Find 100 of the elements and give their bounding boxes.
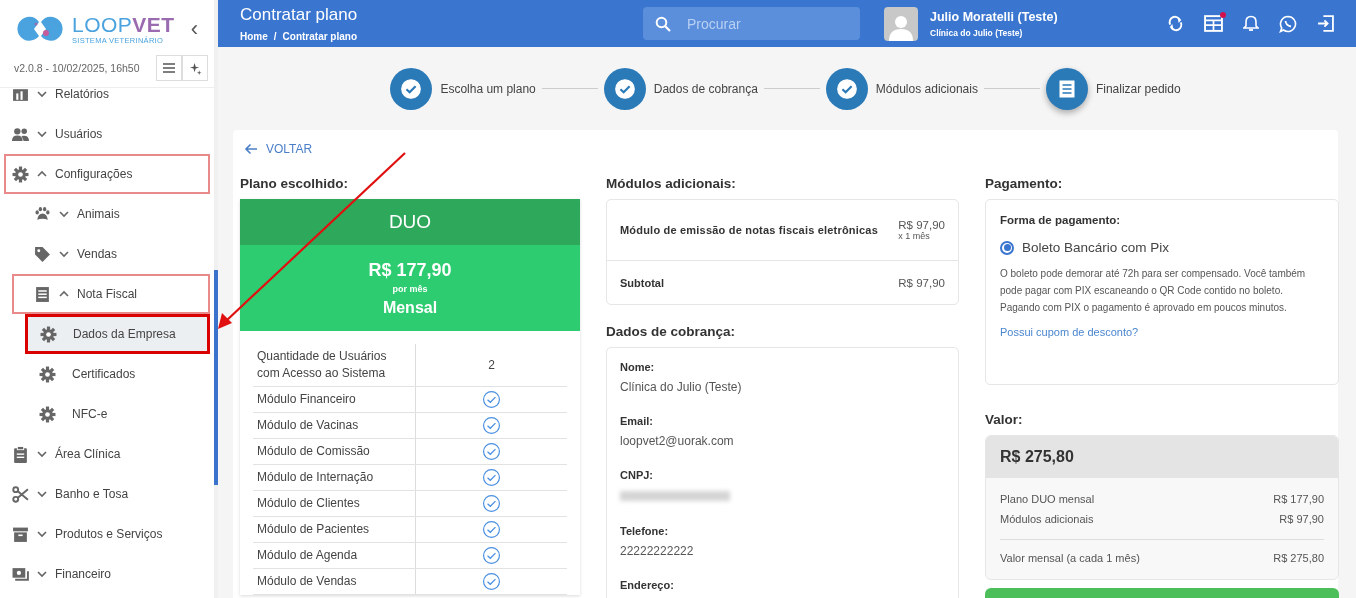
line-value: R$ 177,90	[1273, 492, 1324, 507]
search-box[interactable]: Procurar	[643, 7, 860, 40]
feature-label: Módulo de Agenda	[253, 543, 416, 568]
section-heading: Pagamento:	[985, 176, 1064, 191]
sidebar-item[interactable]: Configurações	[4, 154, 210, 194]
back-arrow-icon	[244, 143, 258, 155]
brand-name: LOOPVET	[72, 13, 175, 36]
section-heading: Plano escolhido:	[240, 176, 349, 191]
field-label: Endereço:	[620, 579, 675, 591]
avatar-silhouette[interactable]	[884, 6, 918, 41]
gear-icon	[12, 165, 29, 183]
section-heading: Módulos adicionais:	[606, 176, 737, 191]
sidebar-item[interactable]: Área Clínica	[4, 434, 210, 474]
payment-description: O boleto pode demorar até 72h para ser compensado. Você também pode pagar com PIX escaneando o QR Code contido no boleto. Pagando com PIX o pagamento é aprovado em poucos minutos.	[1000, 267, 1307, 315]
payment-method-label: Forma de pagamento:	[1000, 214, 1122, 226]
step-label: Módulos adicionais	[875, 81, 978, 96]
sidebar-item[interactable]: Nota Fiscal	[12, 274, 210, 314]
subtotal-value: R$ 97,90	[898, 276, 945, 289]
sidebar-item[interactable]: Financeiro	[4, 554, 210, 594]
sidebar-item[interactable]: Certificados	[25, 354, 210, 394]
sidebar-item[interactable]: Banho e Tosa	[4, 474, 210, 514]
notifications-button[interactable]	[1243, 15, 1259, 32]
payment-option[interactable]: Boleto Bancário com Pix	[1000, 240, 1170, 255]
bell-icon	[1243, 15, 1259, 32]
chevron-icon	[37, 529, 47, 539]
step-label: Dados de cobrança	[653, 81, 758, 96]
module-name: Módulo de emissão de notas fiscais eletrônicas	[620, 224, 878, 236]
refresh-icon	[1167, 15, 1184, 32]
sparkle-icon	[188, 61, 202, 75]
calendar-icon	[1204, 15, 1223, 32]
section-heading: Valor:	[985, 412, 1024, 427]
menu-icon	[163, 63, 175, 73]
plan-name: DUO	[240, 199, 580, 245]
plan-period: Mensal	[382, 299, 438, 317]
scissors-icon	[12, 485, 29, 503]
logout-icon	[1317, 15, 1334, 32]
sidebar-item[interactable]: Animais	[12, 194, 210, 234]
sidebar-item[interactable]: NFC-e	[25, 394, 210, 434]
back-link[interactable]: VOLTAR	[240, 142, 317, 156]
paw-icon	[34, 205, 51, 223]
menu-button[interactable]	[156, 55, 182, 81]
gear-icon	[39, 365, 56, 383]
chevron-icon	[59, 289, 69, 299]
logo-icon	[14, 16, 66, 42]
field-label: CNPJ:	[620, 469, 654, 481]
search-field[interactable]: Procurar	[685, 14, 839, 33]
archive-icon	[12, 525, 29, 543]
people-icon	[12, 125, 29, 143]
coupon-link[interactable]: Possui cupom de desconto?	[1000, 326, 1139, 338]
page-title: Contratar plano	[240, 5, 359, 25]
step-label: Escolha um plano	[440, 81, 536, 96]
collapse-button[interactable]: ‹	[184, 16, 204, 42]
feature-label: Módulo de Comissão	[253, 439, 416, 464]
line-value: R$ 275,80	[1273, 551, 1324, 566]
feature-label: Módulo Financeiro	[253, 387, 416, 412]
clinic-name: Clínica do Julio (Teste)	[930, 27, 1024, 38]
version-text: v2.0.8 - 10/02/2025, 16h50	[14, 62, 140, 74]
logout-button[interactable]	[1317, 15, 1334, 32]
field-label: Nome:	[620, 361, 656, 373]
feature-label: Módulo de Vacinas	[253, 413, 416, 438]
feature-label: Módulo de Pacientes	[253, 517, 416, 542]
field-label: Telefone:	[620, 525, 670, 537]
line-label: Plano DUO mensal	[1000, 492, 1095, 507]
breadcrumb-separator: /	[273, 31, 277, 42]
gear-icon	[39, 405, 56, 423]
feature-value: 2	[488, 358, 495, 372]
chevron-icon	[37, 489, 47, 499]
sidebar-item[interactable]: Usuários	[4, 114, 210, 154]
module-price: R$ 97,90	[898, 219, 945, 231]
tag-icon	[34, 245, 51, 263]
sidebar-item[interactable]: Vendas	[12, 234, 210, 274]
cash-icon	[12, 565, 29, 583]
sparkle-button[interactable]	[182, 55, 208, 81]
document-icon	[34, 285, 51, 303]
feature-label: Módulo de Internação	[253, 465, 416, 490]
refresh-button[interactable]	[1167, 15, 1184, 32]
breadcrumb-item[interactable]: Home	[240, 31, 268, 42]
calendar-button[interactable]	[1204, 15, 1223, 32]
sidebar-item[interactable]: Dados da Empresa	[25, 314, 210, 354]
search-icon	[655, 15, 671, 32]
total-amount: R$ 275,80	[986, 436, 1338, 478]
field-label: Email:	[620, 415, 654, 427]
chevron-icon	[37, 569, 47, 579]
field-value: 22222222222	[620, 544, 695, 558]
module-quantity: x 1 mês	[898, 231, 931, 241]
field-value: loopvet2@uorak.com	[620, 434, 735, 448]
subtotal-label: Subtotal	[620, 276, 664, 289]
scrollbar[interactable]	[214, 270, 218, 485]
line-label: Valor mensal (a cada 1 mês)	[1000, 551, 1140, 566]
plan-price: R$ 177,90	[368, 260, 452, 281]
chart-icon	[12, 88, 29, 103]
chevron-icon	[37, 449, 47, 459]
breadcrumb-item: Contratar plano	[282, 31, 358, 42]
line-label: Módulos adicionais	[1000, 512, 1094, 527]
sidebar-item[interactable]: Produtos e Serviços	[4, 514, 210, 554]
clipboard-icon	[12, 445, 29, 463]
sidebar-item[interactable]: Relatórios	[4, 88, 210, 114]
section-heading: Dados de cobrança:	[606, 324, 737, 339]
chevron-icon	[59, 209, 69, 219]
line-value: R$ 97,90	[1279, 512, 1324, 527]
